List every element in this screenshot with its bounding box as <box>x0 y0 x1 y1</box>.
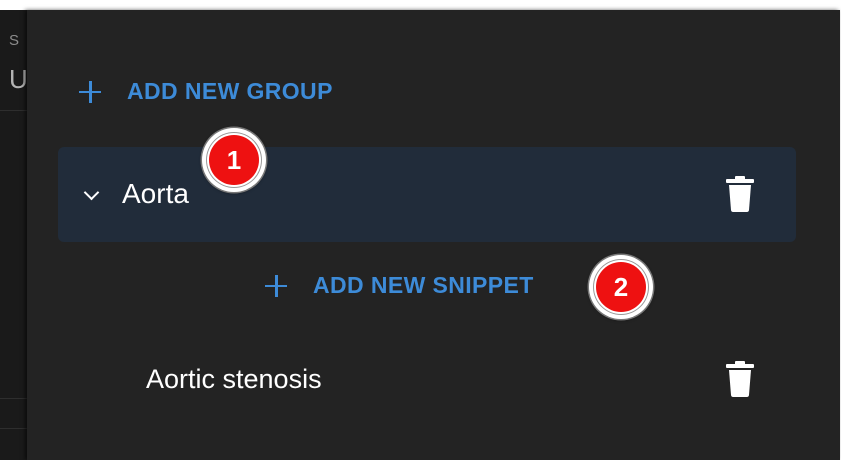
annotation-marker-1: 1 <box>202 128 266 192</box>
screenshot-stage: S U ADD NEW GROUP Aorta ADD NEW SNIPPET <box>0 0 841 460</box>
annotation-number: 2 <box>596 262 646 312</box>
group-name: Aorta <box>122 178 189 209</box>
background-divider <box>0 398 27 399</box>
add-new-group-label: ADD NEW GROUP <box>127 78 333 104</box>
plus-icon <box>79 80 101 103</box>
background-window-text-bottom: U <box>9 64 27 94</box>
snippet-row[interactable]: Aortic stenosis <box>58 340 796 420</box>
background-divider <box>0 428 27 429</box>
group-row[interactable]: Aorta <box>58 147 796 242</box>
background-window: S U <box>0 10 27 460</box>
trash-icon <box>726 361 754 397</box>
annotation-number: 1 <box>209 135 259 185</box>
trash-icon <box>726 176 754 212</box>
plus-icon <box>265 274 287 297</box>
chevron-down-icon[interactable] <box>83 184 100 201</box>
background-divider <box>0 110 27 111</box>
annotation-marker-2: 2 <box>589 255 653 319</box>
background-window-text-top: S <box>9 32 20 49</box>
delete-group-button[interactable] <box>726 175 754 213</box>
add-new-group-button[interactable]: ADD NEW GROUP <box>79 78 333 105</box>
snippet-name: Aortic stenosis <box>146 364 322 394</box>
delete-snippet-button[interactable] <box>726 360 754 398</box>
add-new-snippet-label: ADD NEW SNIPPET <box>313 272 534 298</box>
snippet-groups-panel: ADD NEW GROUP Aorta ADD NEW SNIPPET Aort… <box>27 10 840 460</box>
add-new-snippet-button[interactable]: ADD NEW SNIPPET <box>265 272 534 299</box>
